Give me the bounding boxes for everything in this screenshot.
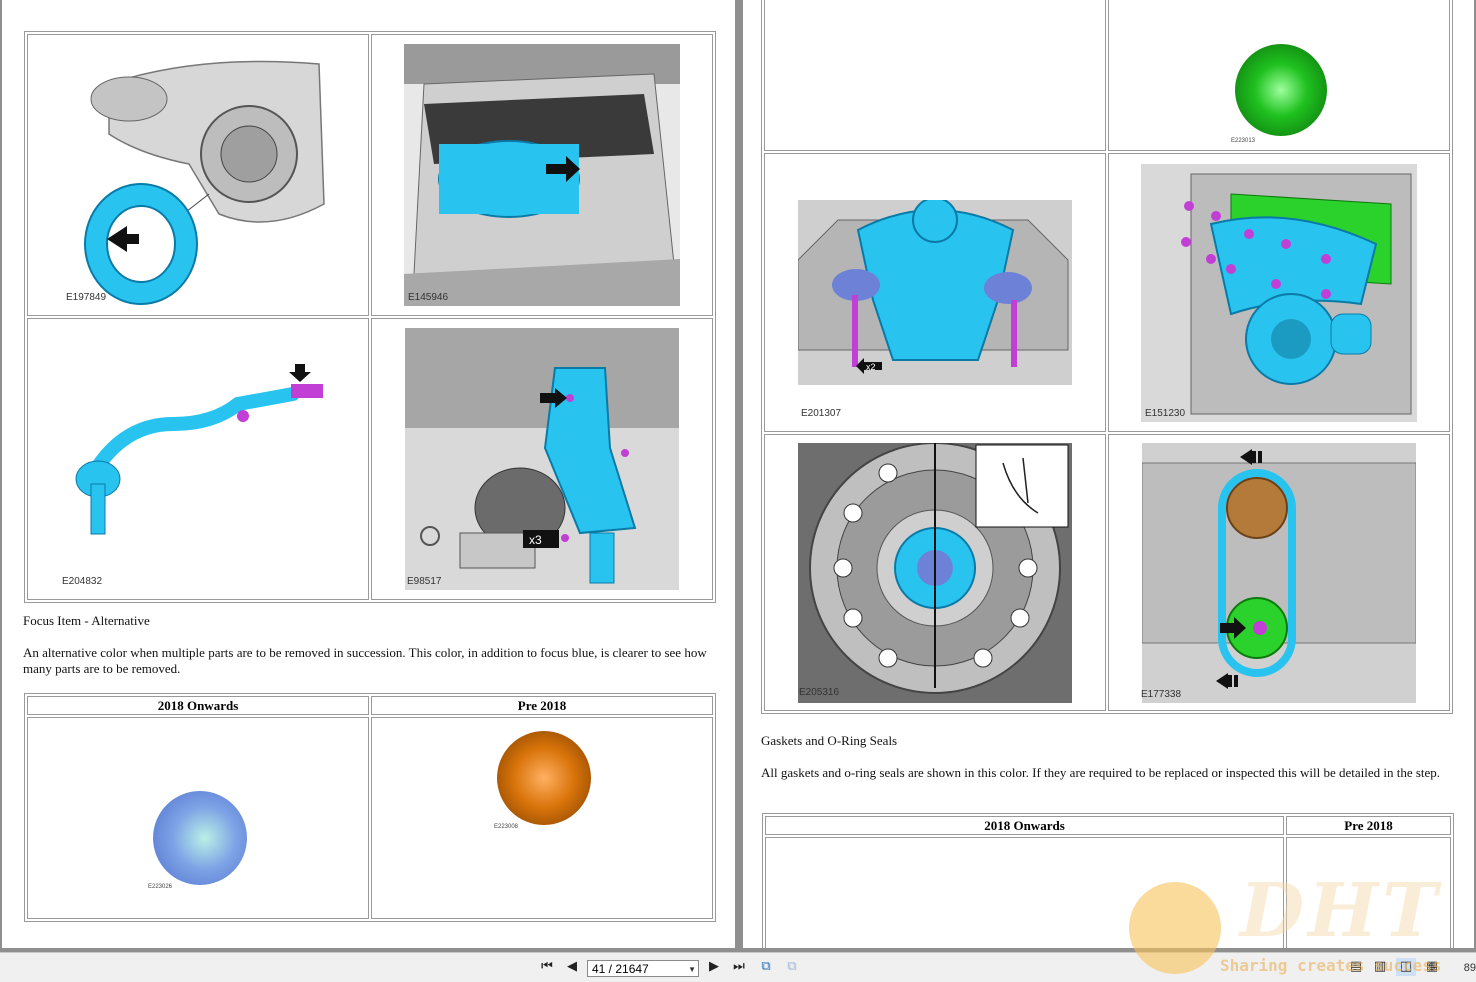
figure-cell: E204832 [27, 318, 369, 600]
figure-cell: E151230 [1108, 153, 1450, 432]
figure-cell: E197849 [27, 34, 369, 316]
chevron-down-icon: ▼ [688, 965, 696, 974]
section-text: All gaskets and o-ring seals are shown i… [761, 765, 1441, 780]
page-number-select[interactable]: 41 / 21647 ▼ [587, 960, 699, 977]
prev-page-icon[interactable]: ◀ [562, 958, 582, 976]
cargo-area-illustration [404, 44, 680, 306]
figure-label: E205316 [799, 687, 840, 698]
document-page-right: E223013 x2 E201307 E151230 E205316 E1773… [743, 0, 1474, 948]
column-header: 2018 Onwards [765, 816, 1284, 835]
figure-label: E151230 [1145, 408, 1186, 419]
watermark-logo: DHT [1240, 868, 1442, 954]
column-header: Pre 2018 [371, 696, 713, 715]
pedal-box-illustration: x3 [405, 328, 679, 590]
timing-chain-illustration [1142, 442, 1416, 703]
figure-label: E98517 [407, 576, 442, 587]
figure-grid: E223013 x2 E201307 E151230 E205316 E1773… [761, 0, 1453, 714]
figure-grid: E197849 E145946 E204832 x3 E98517 [24, 31, 716, 603]
figure-cell: E205316 [764, 434, 1106, 711]
swatch-label: E223013 [1231, 138, 1256, 144]
section-title: Focus Item - Alternative [23, 613, 150, 628]
figure-label: E201307 [801, 408, 842, 419]
swatch-cell: E223008 [371, 717, 713, 919]
swatch-label: E223026 [148, 884, 173, 890]
section-title: Gaskets and O-Ring Seals [761, 733, 898, 748]
figure-cell: E177338 [1108, 434, 1450, 711]
tie-rod-illustration [63, 364, 333, 554]
figure-cell: E223013 [1108, 0, 1450, 151]
swatch-cell: E223026 [27, 717, 369, 919]
figure-label: E177338 [1141, 689, 1182, 700]
section-text: An alternative color when multiple parts… [23, 645, 707, 676]
document-page-left: E197849 E145946 E204832 x3 E98517 Focus … [2, 0, 735, 948]
swatch-label: E223008 [494, 824, 519, 830]
quantity-badge: x3 [529, 533, 542, 547]
figure-cell [764, 0, 1106, 151]
prev-view-icon[interactable]: ⧉ [756, 958, 776, 976]
figure-cell: x2 E201307 [764, 153, 1106, 432]
next-page-icon[interactable]: ▶ [704, 958, 724, 976]
last-page-icon[interactable]: ⏭ [729, 958, 749, 976]
figure-cell: x3 E98517 [371, 318, 713, 600]
next-view-icon[interactable]: ⧉ [782, 958, 802, 976]
zoom-level[interactable]: 89 [1464, 962, 1476, 974]
quantity-badge: x2 [866, 362, 876, 372]
column-header: Pre 2018 [1286, 816, 1451, 835]
figure-label: E197849 [66, 292, 107, 303]
figure-cell: E145946 [371, 34, 713, 316]
figure-label: E204832 [62, 576, 103, 587]
bushing-illustration [69, 44, 327, 306]
green-swatch [1235, 44, 1327, 136]
column-header: 2018 Onwards [27, 696, 369, 715]
first-page-icon[interactable]: ⏮ [537, 958, 557, 976]
orange-swatch [497, 731, 591, 825]
turbo-manifold-illustration [1141, 163, 1417, 422]
crank-pulley-illustration [798, 442, 1072, 703]
engine-mount-illustration: x2 [798, 200, 1072, 385]
watermark-logo-icon [1129, 882, 1221, 974]
figure-label: E145946 [408, 292, 449, 303]
blue-swatch [153, 791, 247, 885]
color-table: 2018 Onwards Pre 2018 E223026 E223008 [24, 693, 716, 922]
page-number-value: 41 / 21647 [592, 962, 649, 976]
watermark-tagline: Sharing creates success [1220, 956, 1442, 975]
